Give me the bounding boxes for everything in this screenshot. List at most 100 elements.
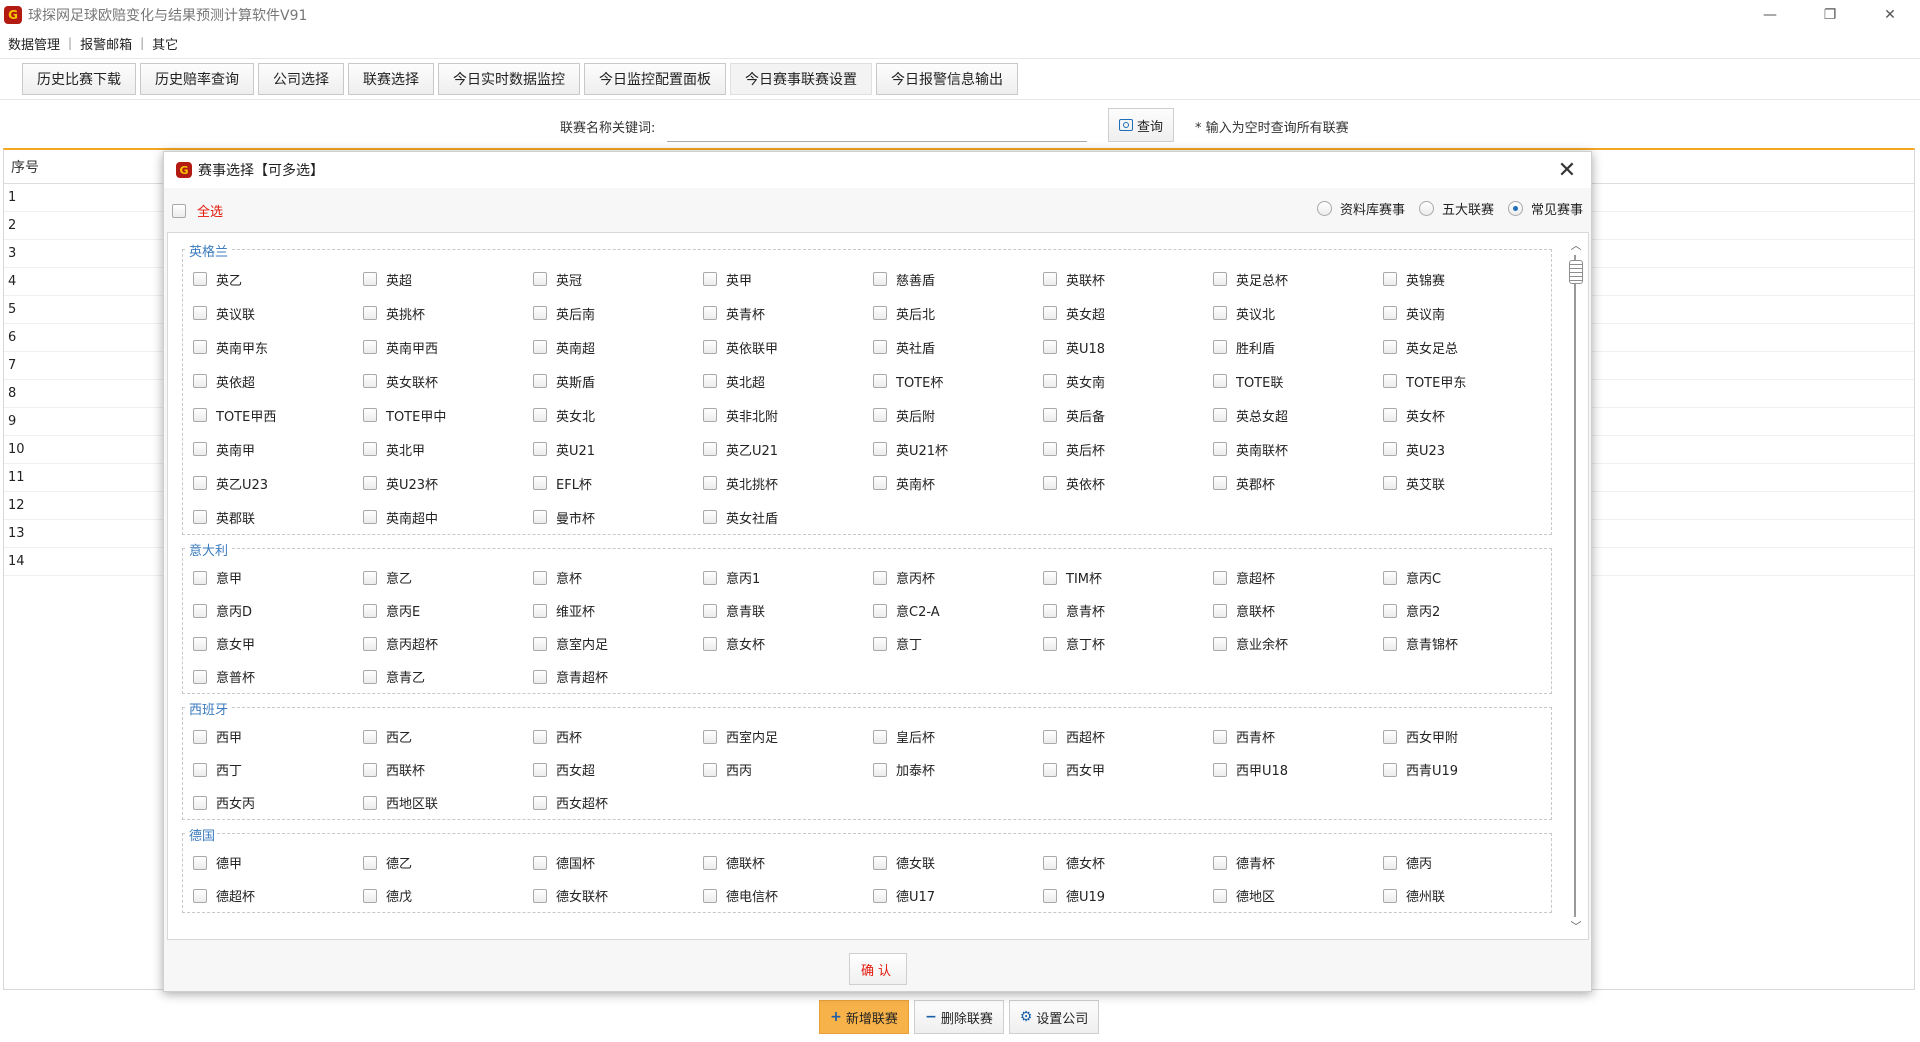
league-checkbox-item[interactable]: 意超杯 (1213, 561, 1383, 594)
league-checkbox-item[interactable]: 西青U19 (1383, 753, 1553, 786)
league-checkbox-item[interactable]: 英乙 (193, 262, 363, 296)
league-checkbox-item[interactable]: TOTE甲西 (193, 398, 363, 432)
league-checkbox[interactable] (363, 306, 377, 320)
league-checkbox[interactable] (193, 855, 207, 870)
league-checkbox[interactable] (703, 340, 717, 354)
list-scrollbar[interactable]: ︿ ﹀ (1564, 233, 1588, 939)
league-checkbox[interactable] (193, 603, 207, 618)
league-checkbox-item[interactable]: TIM杯 (1043, 561, 1213, 594)
league-checkbox[interactable] (363, 442, 377, 456)
league-checkbox-item[interactable]: 曼市杯 (533, 500, 703, 534)
league-checkbox[interactable] (363, 855, 377, 870)
radio-button[interactable] (1507, 201, 1523, 216)
delete-league-button[interactable]: − 删除联赛 (914, 1000, 1004, 1034)
league-checkbox-item[interactable]: 意丙1 (703, 561, 873, 594)
radio-option-1[interactable]: 五大联赛 (1418, 199, 1494, 218)
league-checkbox[interactable] (363, 476, 377, 490)
league-checkbox[interactable] (533, 306, 547, 320)
league-checkbox[interactable] (363, 272, 377, 286)
restore-icon[interactable]: ❐ (1800, 0, 1860, 30)
league-checkbox-item[interactable]: 英南联杯 (1213, 432, 1383, 466)
league-checkbox[interactable] (193, 762, 207, 777)
league-checkbox-item[interactable]: 德电信杯 (703, 879, 873, 912)
league-checkbox[interactable] (363, 795, 377, 810)
league-checkbox-item[interactable]: 西女超杯 (533, 786, 703, 819)
league-checkbox-item[interactable]: 德戊 (363, 879, 533, 912)
league-checkbox-item[interactable]: 意联杯 (1213, 594, 1383, 627)
league-checkbox-item[interactable]: 英女联杯 (363, 364, 533, 398)
tab-6[interactable]: 今日赛事联赛设置 (730, 63, 872, 95)
league-checkbox[interactable] (1213, 476, 1227, 490)
league-checkbox-item[interactable]: 英女社盾 (703, 500, 873, 534)
league-checkbox-item[interactable]: 英女足总 (1383, 330, 1553, 364)
league-checkbox[interactable] (1043, 603, 1057, 618)
league-checkbox[interactable] (1213, 408, 1227, 422)
league-checkbox[interactable] (1043, 888, 1057, 903)
league-checkbox-item[interactable]: 德超杯 (193, 879, 363, 912)
league-checkbox-item[interactable]: 西青杯 (1213, 720, 1383, 753)
tab-0[interactable]: 历史比赛下载 (22, 63, 136, 95)
scroll-thumb[interactable] (1569, 260, 1583, 284)
league-checkbox[interactable] (363, 340, 377, 354)
league-checkbox-item[interactable]: 英联杯 (1043, 262, 1213, 296)
league-checkbox[interactable] (193, 795, 207, 810)
league-checkbox-item[interactable]: 英北挑杯 (703, 466, 873, 500)
league-checkbox-item[interactable]: 德U19 (1043, 879, 1213, 912)
league-checkbox-item[interactable]: 德女联杯 (533, 879, 703, 912)
league-checkbox[interactable] (193, 272, 207, 286)
league-checkbox-item[interactable]: 西丁 (193, 753, 363, 786)
league-checkbox-item[interactable]: 英超 (363, 262, 533, 296)
league-checkbox-item[interactable]: 德联杯 (703, 846, 873, 879)
league-checkbox[interactable] (1213, 272, 1227, 286)
league-checkbox-item[interactable]: 意杯 (533, 561, 703, 594)
league-checkbox[interactable] (533, 888, 547, 903)
league-checkbox-item[interactable]: 英依超 (193, 364, 363, 398)
query-button[interactable]: 查询 (1108, 108, 1174, 142)
league-checkbox-item[interactable]: 英依杯 (1043, 466, 1213, 500)
league-checkbox[interactable] (533, 762, 547, 777)
league-checkbox[interactable] (1383, 729, 1397, 744)
league-checkbox-item[interactable]: 英后北 (873, 296, 1043, 330)
league-checkbox[interactable] (363, 408, 377, 422)
minimize-icon[interactable]: — (1740, 0, 1800, 30)
league-checkbox[interactable] (703, 636, 717, 651)
league-checkbox[interactable] (703, 442, 717, 456)
league-checkbox-item[interactable]: 英后杯 (1043, 432, 1213, 466)
league-checkbox-item[interactable]: 维亚杯 (533, 594, 703, 627)
league-checkbox-item[interactable]: 英U18 (1043, 330, 1213, 364)
league-checkbox[interactable] (873, 762, 887, 777)
league-checkbox-item[interactable]: 西超杯 (1043, 720, 1213, 753)
league-checkbox[interactable] (1043, 762, 1057, 777)
league-checkbox[interactable] (1043, 340, 1057, 354)
league-checkbox-item[interactable]: 英乙U23 (193, 466, 363, 500)
league-checkbox-item[interactable]: 西女丙 (193, 786, 363, 819)
league-checkbox[interactable] (1043, 374, 1057, 388)
league-checkbox-item[interactable]: 西女甲附 (1383, 720, 1553, 753)
league-checkbox-item[interactable]: 意普杯 (193, 660, 363, 693)
league-checkbox-item[interactable]: 英社盾 (873, 330, 1043, 364)
league-checkbox-item[interactable]: 德女联 (873, 846, 1043, 879)
league-checkbox[interactable] (703, 510, 717, 524)
league-checkbox-item[interactable]: 英锦赛 (1383, 262, 1553, 296)
league-checkbox-item[interactable]: TOTE甲中 (363, 398, 533, 432)
league-checkbox[interactable] (873, 442, 887, 456)
league-checkbox-item[interactable]: 英艾联 (1383, 466, 1553, 500)
league-checkbox[interactable] (533, 476, 547, 490)
league-checkbox-item[interactable]: 胜利盾 (1213, 330, 1383, 364)
league-checkbox-item[interactable]: 英后南 (533, 296, 703, 330)
league-checkbox[interactable] (533, 442, 547, 456)
league-checkbox[interactable] (1043, 729, 1057, 744)
league-checkbox[interactable] (533, 636, 547, 651)
dialog-close-icon[interactable]: ✕ (1553, 156, 1581, 184)
league-checkbox[interactable] (1383, 408, 1397, 422)
league-checkbox-item[interactable]: 英女杯 (1383, 398, 1553, 432)
league-checkbox[interactable] (193, 669, 207, 684)
league-checkbox-item[interactable]: 英U23杯 (363, 466, 533, 500)
league-checkbox-item[interactable]: 意C2-A (873, 594, 1043, 627)
menu-data-management[interactable]: 数据管理 (0, 34, 68, 53)
league-checkbox-item[interactable]: 英足总杯 (1213, 262, 1383, 296)
league-checkbox-item[interactable]: 意青联 (703, 594, 873, 627)
league-checkbox-item[interactable]: 德地区 (1213, 879, 1383, 912)
league-checkbox[interactable] (873, 306, 887, 320)
scroll-track[interactable] (1574, 255, 1576, 917)
